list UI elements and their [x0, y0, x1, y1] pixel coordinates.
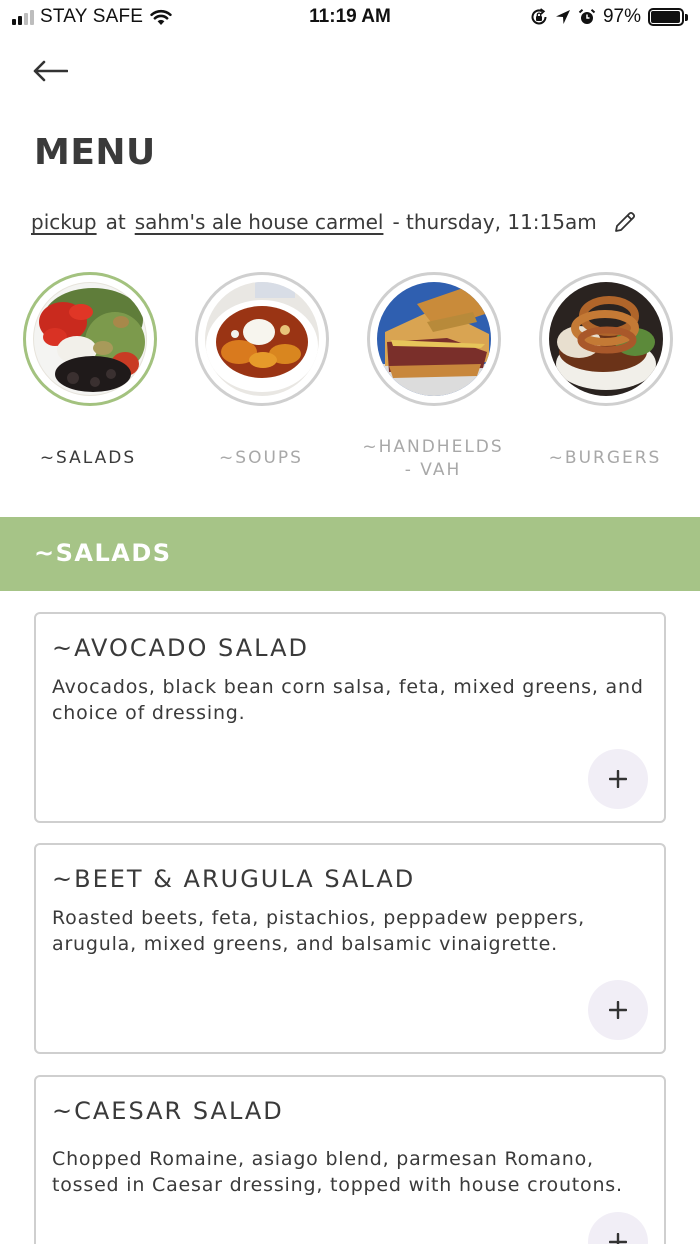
salad-photo — [33, 282, 147, 396]
rotation-lock-icon — [531, 8, 547, 25]
arrow-left-icon — [33, 60, 68, 82]
menu-item-card[interactable]: ~BEET & ARUGULA SALAD Roasted beets, fet… — [34, 843, 666, 1054]
section-banner: ~SALADS — [0, 517, 700, 591]
status-bar: STAY SAFE 11:19 AM 97% — [0, 0, 700, 36]
pencil-icon[interactable] — [613, 210, 637, 234]
category-handhelds[interactable] — [366, 272, 502, 406]
category-soups[interactable] — [194, 272, 330, 406]
category-label-handhelds: ~HANDHELDS - VAH — [362, 437, 504, 480]
menu-item-card[interactable]: ~CAESAR SALAD Chopped Romaine, asiago bl… — [34, 1075, 666, 1244]
order-at-text: at — [105, 210, 126, 234]
category-label-salads: ~SALADS — [39, 448, 137, 468]
page-title: MENU — [34, 132, 156, 173]
plus-icon — [609, 1233, 627, 1244]
sandwich-photo — [377, 282, 491, 396]
menu-item-card[interactable]: ~AVOCADO SALAD Avocados, black bean corn… — [34, 612, 666, 823]
category-label-burgers: ~BURGERS — [548, 448, 662, 468]
alarm-icon — [578, 9, 596, 24]
item-name: ~BEET & ARUGULA SALAD — [52, 865, 416, 893]
add-item-button[interactable] — [588, 1212, 648, 1244]
order-time-text: - thursday, 11:15am — [392, 210, 597, 234]
plus-icon — [609, 770, 627, 788]
location-arrow-icon — [555, 10, 570, 24]
item-description: Avocados, black bean corn salsa, feta, m… — [52, 676, 644, 724]
category-label-soups: ~SOUPS — [219, 448, 303, 468]
order-mode-link[interactable]: pickup — [31, 210, 97, 234]
add-item-button[interactable] — [588, 749, 648, 809]
battery-icon — [648, 7, 688, 27]
item-name: ~AVOCADO SALAD — [52, 634, 309, 662]
order-details: pickup at sahm's ale house carmel - thur… — [31, 210, 637, 234]
category-salads[interactable] — [22, 272, 158, 406]
category-burgers[interactable] — [538, 272, 674, 406]
order-location-link[interactable]: sahm's ale house carmel — [135, 210, 384, 234]
item-description: Roasted beets, feta, pistachios, peppade… — [52, 907, 586, 955]
item-description: Chopped Romaine, asiago blend, parmesan … — [52, 1148, 623, 1196]
burger-photo — [549, 282, 663, 396]
status-right: 97% — [530, 6, 688, 28]
plus-icon — [609, 1001, 627, 1019]
soup-photo — [205, 282, 319, 396]
battery-percent: 97% — [602, 6, 641, 27]
section-title: ~SALADS — [34, 539, 172, 567]
add-item-button[interactable] — [588, 980, 648, 1040]
item-name: ~CAESAR SALAD — [52, 1097, 284, 1125]
back-button[interactable] — [28, 54, 72, 88]
